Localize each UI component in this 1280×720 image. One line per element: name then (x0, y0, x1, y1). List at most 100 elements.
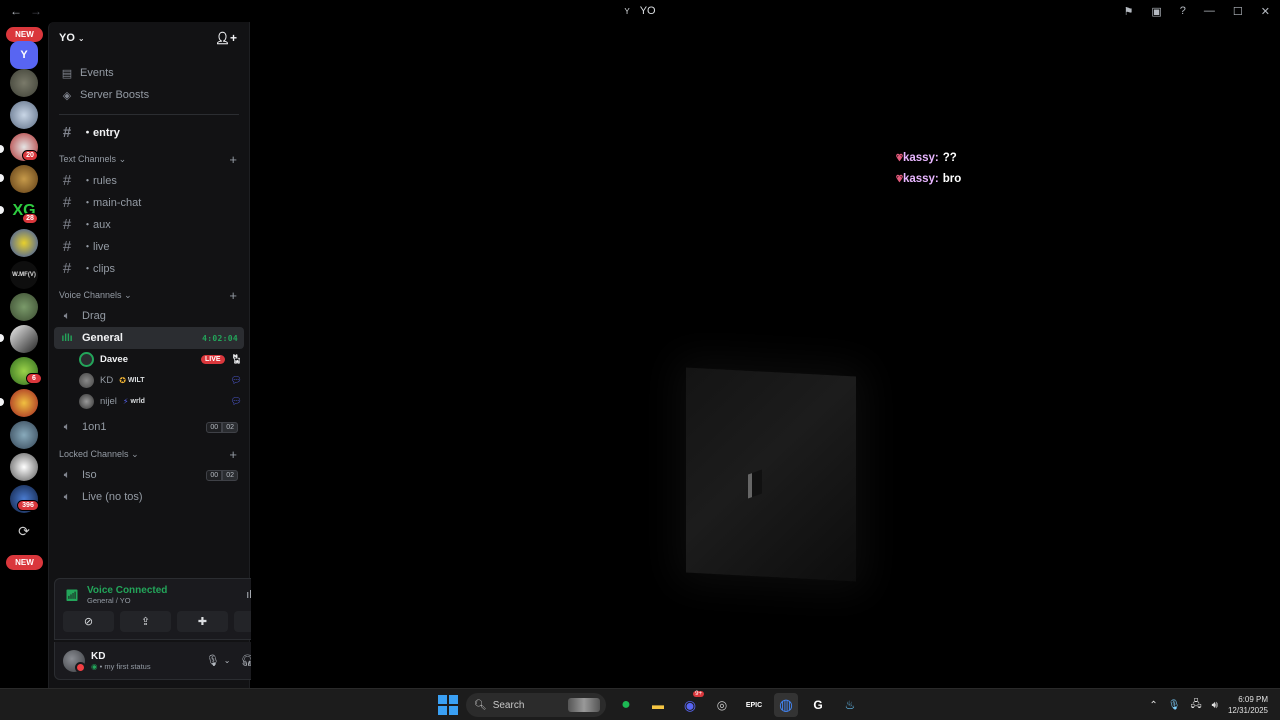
windows-start-icon[interactable] (438, 695, 458, 715)
voice-status-subtitle[interactable]: General / YO (87, 596, 167, 605)
server-icon[interactable] (10, 325, 38, 353)
spotify-icon[interactable]: ● (614, 693, 638, 717)
user-name[interactable]: KD (91, 651, 151, 662)
server-icon[interactable] (10, 165, 38, 193)
voice-status-title[interactable]: Voice Connected (87, 585, 167, 596)
avatar (79, 394, 94, 409)
category-label: Text Channels (59, 153, 117, 164)
call-timer: 4:02:04 (202, 333, 238, 343)
network-icon[interactable]: 🖧︎ (1190, 697, 1201, 714)
voice-activity-icon: ıllı (61, 332, 73, 344)
channel-label: ・main-chat (82, 197, 142, 209)
voice-channel-drag[interactable]: 🔈︎ Drag (54, 305, 244, 327)
screen-share-button[interactable]: ⇪ (120, 611, 171, 632)
channel-label: ・live (82, 241, 110, 253)
channel-rules[interactable]: # ・rules (54, 169, 244, 191)
heart-icon: 💗︎ (896, 153, 903, 164)
voice-channel-general[interactable]: ıllı General 4:02:04 (54, 327, 244, 349)
server-yo-icon[interactable]: Y (10, 41, 38, 69)
epic-games-icon[interactable]: EPIC (742, 693, 766, 717)
camera-toggle-button[interactable]: ⊘ (63, 611, 114, 632)
chat-text: ?? (942, 152, 957, 164)
avatar[interactable] (63, 649, 86, 673)
voice-channel-1on1[interactable]: 🔈︎ 1on1 00 02 (54, 416, 244, 438)
microphone-icon[interactable]: 🎙︎ (1168, 700, 1181, 711)
add-channel-icon[interactable]: + (229, 288, 237, 303)
minimize-icon[interactable]: — (1204, 5, 1215, 17)
events-item[interactable]: ▤ Events (55, 62, 243, 84)
server-icon[interactable] (10, 101, 38, 129)
server-name: YO (59, 32, 75, 44)
events-label: Events (80, 67, 114, 79)
taskbar-search[interactable]: 🔍︎ Search (466, 693, 606, 717)
voice-user-nijel[interactable]: nijel ⚡ wrld 💬︎ (77, 391, 244, 412)
unread-indicator (0, 174, 4, 182)
server-boosts-item[interactable]: ◈ Server Boosts (55, 84, 243, 106)
voice-user-name: nijel (100, 396, 117, 407)
server-wmf-icon[interactable]: W.MF(V) (10, 261, 38, 289)
divider (59, 114, 239, 115)
steam-icon[interactable]: ♨ (838, 693, 862, 717)
window-title-icon: Y (624, 7, 630, 16)
microphone-icon[interactable]: 🎙︎ (206, 654, 220, 667)
chat-bubble-icon: 💬︎ (230, 375, 242, 385)
server-icon[interactable] (10, 389, 38, 417)
flag-icon[interactable]: ⚑ (1124, 5, 1134, 18)
channel-label: ・entry (82, 127, 120, 139)
signal-icon[interactable]: 📶︎ (63, 586, 81, 604)
stream-view[interactable]: 💗︎kassy:?? 💗︎kassy: bro (251, 22, 1280, 688)
new-pill[interactable]: NEW (6, 555, 43, 570)
activities-icon: ✚ (197, 616, 208, 628)
speaker-icon: 🔈︎ (63, 420, 71, 433)
back-arrow-icon[interactable]: ← (10, 4, 22, 18)
voice-channels-category[interactable]: Voice Channels ⌄ + (49, 285, 249, 305)
inbox-icon[interactable]: ▣ (1151, 5, 1161, 18)
voice-user-davee[interactable]: Davee LIVE 🦌︎ (77, 349, 244, 370)
chevron-up-icon[interactable]: ⌃ (1149, 700, 1157, 711)
text-channels-category[interactable]: Text Channels ⌄ + (49, 149, 249, 169)
clock[interactable]: 6:09 PM 12/31/2025 (1228, 694, 1268, 716)
hash-icon: # (62, 215, 72, 233)
volume-icon[interactable]: 🔊︎ (1212, 700, 1218, 711)
activities-button[interactable]: ✚ (177, 611, 228, 632)
forward-arrow-icon[interactable]: → (30, 4, 42, 18)
chrome-icon[interactable]: ◍ (774, 693, 798, 717)
server-icon[interactable] (10, 69, 38, 97)
add-channel-icon[interactable]: + (229, 152, 237, 167)
new-pill[interactable]: NEW (6, 27, 43, 42)
voice-channel-live-no-tos[interactable]: 🔈︎ Live (no tos) (54, 486, 244, 508)
channel-live[interactable]: # ・live (54, 235, 244, 257)
server-icon[interactable] (10, 229, 38, 257)
voice-user-kd[interactable]: KD ✪ WILT 💬︎ (77, 370, 244, 391)
counter-limit: 02 (222, 469, 238, 481)
user-status[interactable]: ◉ • my first status (91, 662, 151, 671)
server-icon[interactable] (10, 421, 38, 449)
server-icon[interactable] (10, 293, 38, 321)
app-icon[interactable]: G (806, 693, 830, 717)
heart-icon: 💗︎ (896, 174, 903, 185)
add-channel-icon[interactable]: + (229, 447, 237, 462)
chat-text: bro (942, 173, 962, 185)
channel-aux[interactable]: # ・aux (54, 213, 244, 235)
help-icon[interactable]: ? (1180, 5, 1186, 17)
hash-icon: # (62, 193, 72, 211)
chevron-down-icon[interactable]: ⌄ (224, 656, 231, 665)
server-icon[interactable] (10, 453, 38, 481)
clan-tag: WILT (127, 377, 145, 384)
channel-main-chat[interactable]: # ・main-chat (54, 191, 244, 213)
locked-channels-category[interactable]: Locked Channels ⌄ + (49, 444, 249, 464)
discord-icon[interactable]: ◉ 9+ (678, 691, 704, 717)
app-icon[interactable]: ◎ (710, 693, 734, 717)
maximize-icon[interactable]: ☐ (1233, 5, 1243, 18)
server-header[interactable]: YO ⌄ 👤︎+ (49, 22, 249, 54)
file-explorer-icon[interactable]: ▬ (646, 693, 670, 717)
search-icon: 🔍︎ (474, 699, 487, 711)
voice-channel-iso[interactable]: 🔈︎ Iso 00 02 (54, 464, 244, 486)
channel-label: General (82, 332, 123, 344)
invite-user-icon[interactable]: 👤︎+ (215, 31, 237, 45)
channel-clips[interactable]: # ・clips (54, 257, 244, 279)
close-icon[interactable]: ✕ (1261, 5, 1270, 18)
channel-entry[interactable]: # ・entry (54, 121, 244, 143)
server-logo-icon[interactable]: ⟳ (10, 517, 38, 545)
unread-indicator (0, 334, 4, 342)
